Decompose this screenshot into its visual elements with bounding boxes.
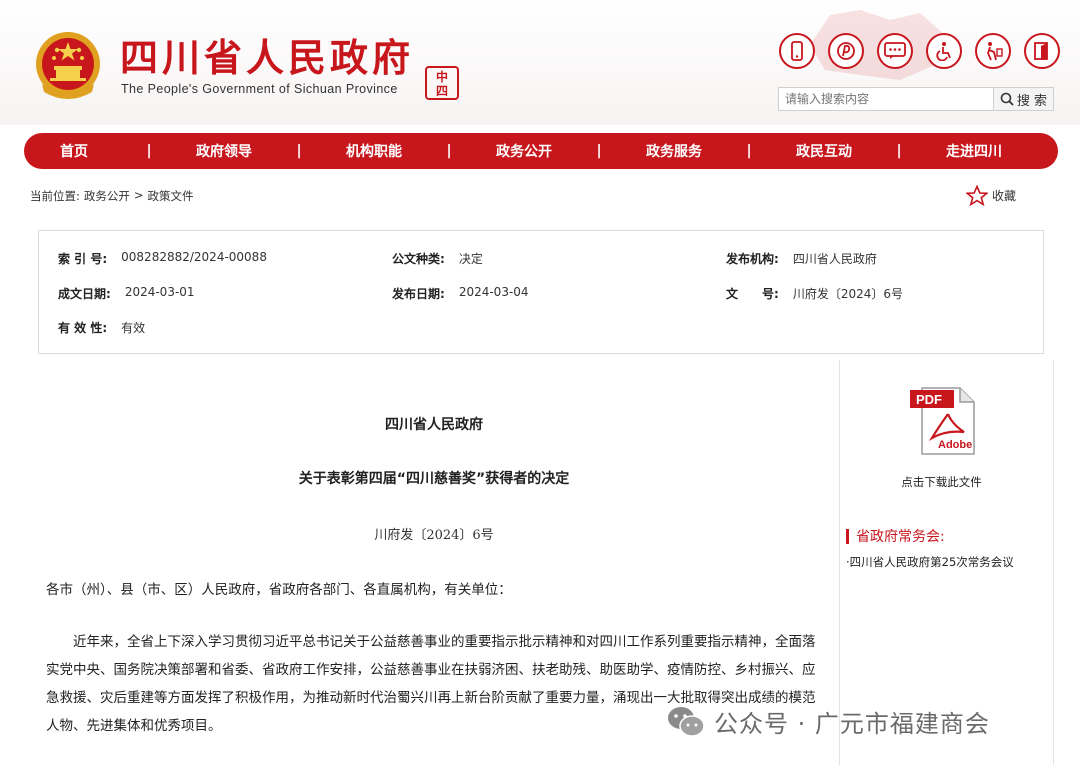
meeting-heading-text: 省政府常务会: [856, 529, 945, 545]
breadcrumb: 当前位置: 政务公开 > 政策文件 [30, 188, 194, 204]
info-docno-label: 文 号: [726, 287, 779, 301]
info-validity: 有 效 性: 有效 [58, 319, 145, 336]
main-nav: 首页 | 政府领导 | 机构职能 | 政务公开 | 政务服务 | 政民互动 | … [24, 133, 1058, 169]
search-button-label: 搜 索 [1016, 93, 1048, 109]
info-published-value: 2024-03-04 [458, 285, 529, 299]
search-input[interactable] [778, 87, 994, 111]
meeting-heading-bar [846, 528, 849, 544]
site-title[interactable]: 四川省人民政府 [120, 36, 414, 80]
info-issuer-value: 四川省人民政府 [792, 252, 877, 266]
info-validity-value: 有效 [121, 321, 146, 335]
meeting-heading: 省政府常务会: [846, 526, 945, 546]
meeting-link[interactable]: ·四川省人民政府第25次常务会议 [846, 554, 1014, 570]
info-index: 索 引 号: 008282882/2024-00088 [58, 250, 267, 267]
pdf-top-text: PDF [916, 392, 942, 407]
accessibility-icon[interactable] [926, 33, 962, 69]
nav-separator: | [896, 143, 902, 159]
exit-icon[interactable] [1024, 33, 1060, 69]
info-created-value: 2024-03-01 [124, 285, 195, 299]
info-docno-value: 川府发〔2024〕6号 [792, 287, 903, 301]
nav-item-leaders[interactable]: 政府领导 [174, 141, 274, 161]
nav-item-home[interactable]: 首页 [24, 141, 124, 161]
search-button[interactable]: 搜 索 [994, 87, 1054, 111]
pdf-download-link[interactable]: 点击下载此文件 [840, 474, 1043, 490]
info-published-label: 发布日期: [392, 287, 445, 301]
top-icon-bar [779, 33, 1060, 69]
star-icon [966, 185, 988, 206]
nav-item-interaction[interactable]: 政民互动 [774, 141, 874, 161]
info-type-label: 公文种类: [392, 252, 445, 266]
info-docno: 文 号: 川府发〔2024〕6号 [726, 285, 903, 302]
info-created: 成文日期: 2024-03-01 [58, 285, 195, 302]
nav-item-services[interactable]: 政务服务 [624, 141, 724, 161]
favorite-button[interactable]: 收藏 [966, 185, 1016, 206]
info-index-label: 索 引 号: [58, 252, 108, 266]
site-subtitle: The People's Government of Sichuan Provi… [121, 82, 398, 96]
china-sichuan-seal-logo: 中四 [425, 66, 459, 100]
breadcrumb-item-policy-docs[interactable]: 政策文件 [148, 188, 194, 204]
info-published: 发布日期: 2024-03-04 [392, 285, 529, 302]
weibo-icon[interactable] [828, 33, 864, 69]
document-salutation: 各市（州）、县（市、区）人民政府，省政府各部门、各直属机构，有关单位： [46, 582, 512, 598]
favorite-label: 收藏 [992, 189, 1017, 203]
nav-item-about-sichuan[interactable]: 走进四川 [924, 141, 1024, 161]
pdf-download-icon[interactable]: PDF Adobe [908, 384, 978, 456]
info-created-label: 成文日期: [58, 287, 111, 301]
nav-item-functions[interactable]: 机构职能 [324, 141, 424, 161]
info-type-value: 决定 [458, 252, 483, 266]
info-validity-label: 有 效 性: [58, 321, 108, 335]
watermark-text: 公众号 · 广元市福建商会 [714, 710, 990, 738]
search-box: 搜 索 [778, 87, 1054, 111]
info-issuer-label: 发布机构: [726, 252, 779, 266]
document-org: 四川省人民政府 [385, 417, 483, 433]
site-header: 四川省人民政府 The People's Government of Sichu… [0, 0, 1080, 125]
document-title: 关于表彰第四届“四川慈善奖”获得者的决定 [298, 471, 570, 487]
watermark: 公众号 · 广元市福建商会 [666, 704, 990, 739]
breadcrumb-prefix: 当前位置: [30, 189, 80, 203]
nav-separator: | [446, 143, 452, 159]
breadcrumb-item-public-affairs[interactable]: 政务公开 [84, 188, 130, 204]
info-index-value: 008282882/2024-00088 [121, 250, 267, 264]
national-emblem-icon[interactable] [34, 30, 102, 100]
mobile-icon[interactable] [779, 33, 815, 69]
breadcrumb-separator: > [133, 188, 144, 202]
nav-item-public-affairs[interactable]: 政务公开 [474, 141, 574, 161]
nav-separator: | [146, 143, 152, 159]
nav-separator: | [296, 143, 302, 159]
nav-separator: | [746, 143, 752, 159]
search-icon [1000, 92, 1014, 106]
nav-separator: | [596, 143, 602, 159]
elderly-mode-icon[interactable] [975, 33, 1011, 69]
info-issuer: 发布机构: 四川省人民政府 [726, 250, 877, 267]
pdf-bottom-text: Adobe [938, 439, 972, 451]
info-type: 公文种类: 决定 [392, 250, 483, 267]
message-icon[interactable] [877, 33, 913, 69]
document-number: 川府发〔2024〕6号 [374, 528, 494, 543]
wechat-icon [668, 706, 705, 737]
document-info-box: 索 引 号: 008282882/2024-00088 公文种类: 决定 发布机… [38, 230, 1044, 354]
